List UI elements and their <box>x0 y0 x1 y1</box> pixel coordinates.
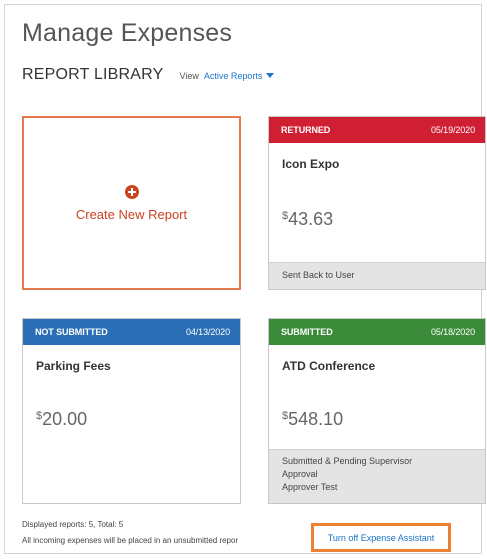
report-date: 05/19/2020 <box>430 125 475 135</box>
create-new-report-card[interactable]: Create New Report <box>22 116 241 290</box>
report-amount: $20.00 <box>36 409 87 430</box>
currency-symbol: $ <box>282 410 289 422</box>
report-amount: $548.10 <box>282 409 343 430</box>
footer-line: Approver Test <box>282 482 338 492</box>
report-amount: $43.63 <box>282 209 333 230</box>
report-card-atd-conference[interactable]: SUBMITTED 05/18/2020 ATD Conference $548… <box>268 318 486 504</box>
report-footer: Submitted & Pending Supervisor Approval … <box>269 449 485 503</box>
create-new-report-label[interactable]: Create New Report <box>76 207 187 222</box>
currency-symbol: $ <box>36 410 43 422</box>
report-card-parking-fees[interactable]: NOT SUBMITTED 04/13/2020 Parking Fees $2… <box>22 318 241 504</box>
amount-value: 20.00 <box>42 409 88 429</box>
turn-off-expense-assistant-link[interactable]: Turn off Expense Assistant <box>328 533 435 543</box>
report-date: 05/18/2020 <box>430 327 475 337</box>
report-status-header: SUBMITTED 05/18/2020 <box>269 319 485 345</box>
status-badge: NOT SUBMITTED <box>35 327 108 337</box>
report-library-title: REPORT LIBRARY <box>22 66 164 83</box>
view-filter-dropdown[interactable]: Active Reports <box>204 71 275 81</box>
page-title: Manage Expenses <box>22 19 233 47</box>
report-name[interactable]: ATD Conference <box>269 345 485 373</box>
footer-line: Submitted & Pending Supervisor <box>282 456 413 466</box>
amount-value: 43.63 <box>288 209 334 229</box>
report-status-header: NOT SUBMITTED 04/13/2020 <box>23 319 240 345</box>
report-name[interactable]: Icon Expo <box>269 143 485 171</box>
report-name[interactable]: Parking Fees <box>23 345 240 373</box>
expense-assistant-highlight: Turn off Expense Assistant <box>311 523 451 552</box>
report-card-icon-expo[interactable]: RETURNED 05/19/2020 Icon Expo $43.63 Sen… <box>268 116 486 290</box>
status-badge: RETURNED <box>281 125 331 135</box>
report-date: 04/13/2020 <box>185 327 230 337</box>
main-frame: Manage Expenses REPORT LIBRARY View Acti… <box>4 4 486 554</box>
caret-down-icon[interactable] <box>266 72 275 78</box>
report-footer: Sent Back to User <box>269 262 485 289</box>
report-status-header: RETURNED 05/19/2020 <box>269 117 485 143</box>
incoming-expenses-notice: All incoming expenses will be placed in … <box>22 536 239 545</box>
status-badge: SUBMITTED <box>281 327 333 337</box>
plus-circle-icon[interactable] <box>124 184 139 199</box>
amount-value: 548.10 <box>288 409 344 429</box>
view-label: View <box>179 71 199 81</box>
report-count-summary: Displayed reports: 5, Total: 5 <box>22 520 124 529</box>
currency-symbol: $ <box>282 210 289 222</box>
footer-line: Sent Back to User <box>282 270 355 280</box>
report-library-header: REPORT LIBRARY View Active Reports <box>22 66 275 86</box>
footer-line: Approval <box>282 469 318 479</box>
view-filter-value[interactable]: Active Reports <box>204 71 263 81</box>
